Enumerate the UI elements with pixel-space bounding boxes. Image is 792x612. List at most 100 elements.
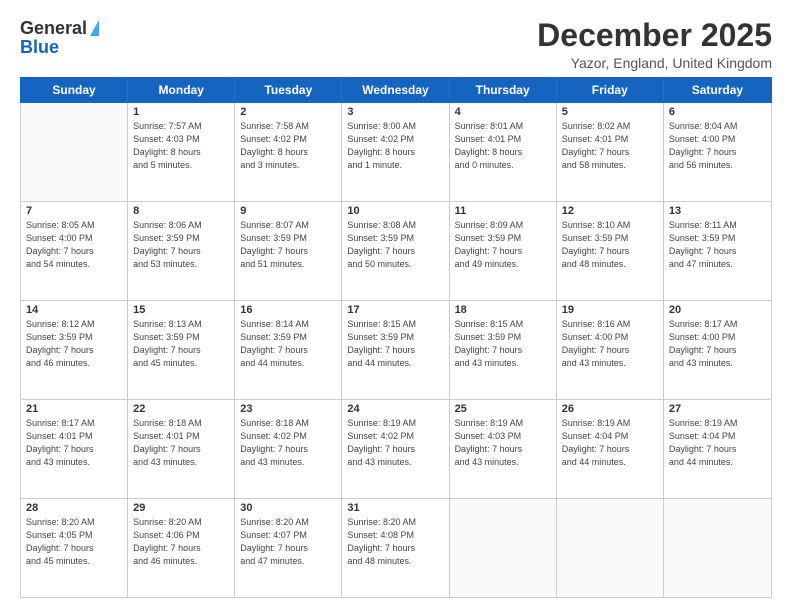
day-number: 25 (455, 403, 551, 415)
day-cell-20: 20 Sunrise: 8:17 AMSunset: 4:00 PMDayligh… (664, 301, 771, 399)
day-number: 11 (455, 205, 551, 217)
day-number: 24 (347, 403, 443, 415)
week-row-4: 21Sunrise: 8:17 AMSunset: 4:01 PMDayligh… (21, 400, 771, 499)
day-info: Sunrise: 8:05 AMSunset: 4:00 PMDaylight:… (26, 219, 122, 271)
day-info: Sunrise: 8:04 AMSunset: 4:00 PMDaylight:… (669, 120, 766, 172)
day-info: Sunrise: 8:20 AMSunset: 4:07 PMDaylight:… (240, 516, 336, 568)
day-number: 9 (240, 205, 336, 217)
day-number: 8 (133, 205, 229, 217)
day-cell-16: 16 Sunrise: 8:14 AMSunset: 3:59 PMDayligh… (235, 301, 342, 399)
page: General Blue December 2025 Yazor, Englan… (0, 0, 792, 612)
day-info: Sunrise: 8:06 AMSunset: 3:59 PMDaylight:… (133, 219, 229, 271)
day-cell-24: 24Sunrise: 8:19 AMSunset: 4:02 PMDayligh… (342, 400, 449, 498)
day-number: 20 (669, 304, 766, 316)
day-cell-31: 31 Sunrise: 8:20 AMSunset: 4:08 PMDayligh… (342, 499, 449, 597)
empty-cell (557, 499, 664, 597)
day-cell-1: 1Sunrise: 7:57 AMSunset: 4:03 PMDaylight… (128, 103, 235, 201)
empty-cell (664, 499, 771, 597)
day-cell-6: 6 Sunrise: 8:04 AMSunset: 4:00 PMDaylight… (664, 103, 771, 201)
day-info: Sunrise: 8:15 AMSunset: 3:59 PMDaylight:… (455, 318, 551, 370)
day-info: Sunrise: 8:17 AMSunset: 4:00 PMDaylight:… (669, 318, 766, 370)
day-cell-5: 5Sunrise: 8:02 AMSunset: 4:01 PMDaylight… (557, 103, 664, 201)
header-day-sunday: Sunday (21, 78, 128, 102)
day-info: Sunrise: 8:16 AMSunset: 4:00 PMDaylight:… (562, 318, 658, 370)
day-cell-25: 25 Sunrise: 8:19 AMSunset: 4:03 PMDayligh… (450, 400, 557, 498)
day-number: 6 (669, 106, 766, 118)
day-cell-14: 14 Sunrise: 8:12 AMSunset: 3:59 PMDayligh… (21, 301, 128, 399)
day-number: 16 (240, 304, 336, 316)
day-info: Sunrise: 8:20 AMSunset: 4:05 PMDaylight:… (26, 516, 122, 568)
day-cell-2: 2 Sunrise: 7:58 AMSunset: 4:02 PMDaylight… (235, 103, 342, 201)
header-day-wednesday: Wednesday (342, 78, 449, 102)
day-info: Sunrise: 8:13 AMSunset: 3:59 PMDaylight:… (133, 318, 229, 370)
day-number: 28 (26, 502, 122, 514)
day-cell-12: 12 Sunrise: 8:10 AMSunset: 3:59 PMDayligh… (557, 202, 664, 300)
empty-cell (450, 499, 557, 597)
day-cell-4: 4 Sunrise: 8:01 AMSunset: 4:01 PMDaylight… (450, 103, 557, 201)
day-info: Sunrise: 8:01 AMSunset: 4:01 PMDaylight:… (455, 120, 551, 172)
day-info: Sunrise: 8:12 AMSunset: 3:59 PMDaylight:… (26, 318, 122, 370)
header-day-tuesday: Tuesday (235, 78, 342, 102)
day-number: 26 (562, 403, 658, 415)
day-number: 7 (26, 205, 122, 217)
header-day-saturday: Saturday (664, 78, 771, 102)
day-cell-28: 28 Sunrise: 8:20 AMSunset: 4:05 PMDayligh… (21, 499, 128, 597)
day-number: 4 (455, 106, 551, 118)
day-info: Sunrise: 8:19 AMSunset: 4:04 PMDaylight:… (562, 417, 658, 469)
month-title: December 2025 (537, 18, 772, 53)
header-day-thursday: Thursday (450, 78, 557, 102)
day-info: Sunrise: 8:18 AMSunset: 4:01 PMDaylight:… (133, 417, 229, 469)
calendar-header: SundayMondayTuesdayWednesdayThursdayFrid… (20, 77, 772, 103)
logo-triangle-icon (90, 20, 99, 36)
day-cell-18: 18 Sunrise: 8:15 AMSunset: 3:59 PMDayligh… (450, 301, 557, 399)
day-cell-13: 13Sunrise: 8:11 AMSunset: 3:59 PMDayligh… (664, 202, 771, 300)
calendar-body: 1Sunrise: 7:57 AMSunset: 4:03 PMDaylight… (20, 103, 772, 598)
day-cell-17: 17Sunrise: 8:15 AMSunset: 3:59 PMDayligh… (342, 301, 449, 399)
day-cell-26: 26 Sunrise: 8:19 AMSunset: 4:04 PMDayligh… (557, 400, 664, 498)
day-cell-22: 22 Sunrise: 8:18 AMSunset: 4:01 PMDayligh… (128, 400, 235, 498)
day-cell-10: 10Sunrise: 8:08 AMSunset: 3:59 PMDayligh… (342, 202, 449, 300)
header-day-friday: Friday (557, 78, 664, 102)
day-number: 2 (240, 106, 336, 118)
day-cell-8: 8 Sunrise: 8:06 AMSunset: 3:59 PMDaylight… (128, 202, 235, 300)
day-info: Sunrise: 8:20 AMSunset: 4:06 PMDaylight:… (133, 516, 229, 568)
logo-blue-text: Blue (20, 37, 59, 58)
day-number: 13 (669, 205, 766, 217)
header-day-monday: Monday (128, 78, 235, 102)
day-info: Sunrise: 8:19 AMSunset: 4:03 PMDaylight:… (455, 417, 551, 469)
day-info: Sunrise: 7:58 AMSunset: 4:02 PMDaylight:… (240, 120, 336, 172)
day-info: Sunrise: 8:10 AMSunset: 3:59 PMDaylight:… (562, 219, 658, 271)
day-info: Sunrise: 8:18 AMSunset: 4:02 PMDaylight:… (240, 417, 336, 469)
day-number: 18 (455, 304, 551, 316)
day-number: 5 (562, 106, 658, 118)
day-cell-11: 11 Sunrise: 8:09 AMSunset: 3:59 PMDayligh… (450, 202, 557, 300)
day-number: 3 (347, 106, 443, 118)
day-number: 22 (133, 403, 229, 415)
day-cell-30: 30Sunrise: 8:20 AMSunset: 4:07 PMDayligh… (235, 499, 342, 597)
day-cell-7: 7 Sunrise: 8:05 AMSunset: 4:00 PMDaylight… (21, 202, 128, 300)
logo: General Blue (20, 18, 99, 58)
day-cell-19: 19 Sunrise: 8:16 AMSunset: 4:00 PMDayligh… (557, 301, 664, 399)
day-cell-3: 3Sunrise: 8:00 AMSunset: 4:02 PMDaylight… (342, 103, 449, 201)
day-cell-9: 9 Sunrise: 8:07 AMSunset: 3:59 PMDaylight… (235, 202, 342, 300)
day-number: 19 (562, 304, 658, 316)
day-number: 14 (26, 304, 122, 316)
week-row-1: 1Sunrise: 7:57 AMSunset: 4:03 PMDaylight… (21, 103, 771, 202)
day-number: 12 (562, 205, 658, 217)
day-number: 31 (347, 502, 443, 514)
day-info: Sunrise: 7:57 AMSunset: 4:03 PMDaylight:… (133, 120, 229, 172)
day-info: Sunrise: 8:07 AMSunset: 3:59 PMDaylight:… (240, 219, 336, 271)
day-info: Sunrise: 8:14 AMSunset: 3:59 PMDaylight:… (240, 318, 336, 370)
day-cell-29: 29Sunrise: 8:20 AMSunset: 4:06 PMDayligh… (128, 499, 235, 597)
day-cell-21: 21Sunrise: 8:17 AMSunset: 4:01 PMDayligh… (21, 400, 128, 498)
day-number: 15 (133, 304, 229, 316)
day-number: 23 (240, 403, 336, 415)
week-row-2: 7 Sunrise: 8:05 AMSunset: 4:00 PMDaylight… (21, 202, 771, 301)
week-row-3: 14 Sunrise: 8:12 AMSunset: 3:59 PMDayligh… (21, 301, 771, 400)
title-block: December 2025 Yazor, England, United Kin… (537, 18, 772, 71)
day-info: Sunrise: 8:09 AMSunset: 3:59 PMDaylight:… (455, 219, 551, 271)
empty-cell (21, 103, 128, 201)
location: Yazor, England, United Kingdom (537, 55, 772, 71)
day-number: 10 (347, 205, 443, 217)
day-info: Sunrise: 8:20 AMSunset: 4:08 PMDaylight:… (347, 516, 443, 568)
